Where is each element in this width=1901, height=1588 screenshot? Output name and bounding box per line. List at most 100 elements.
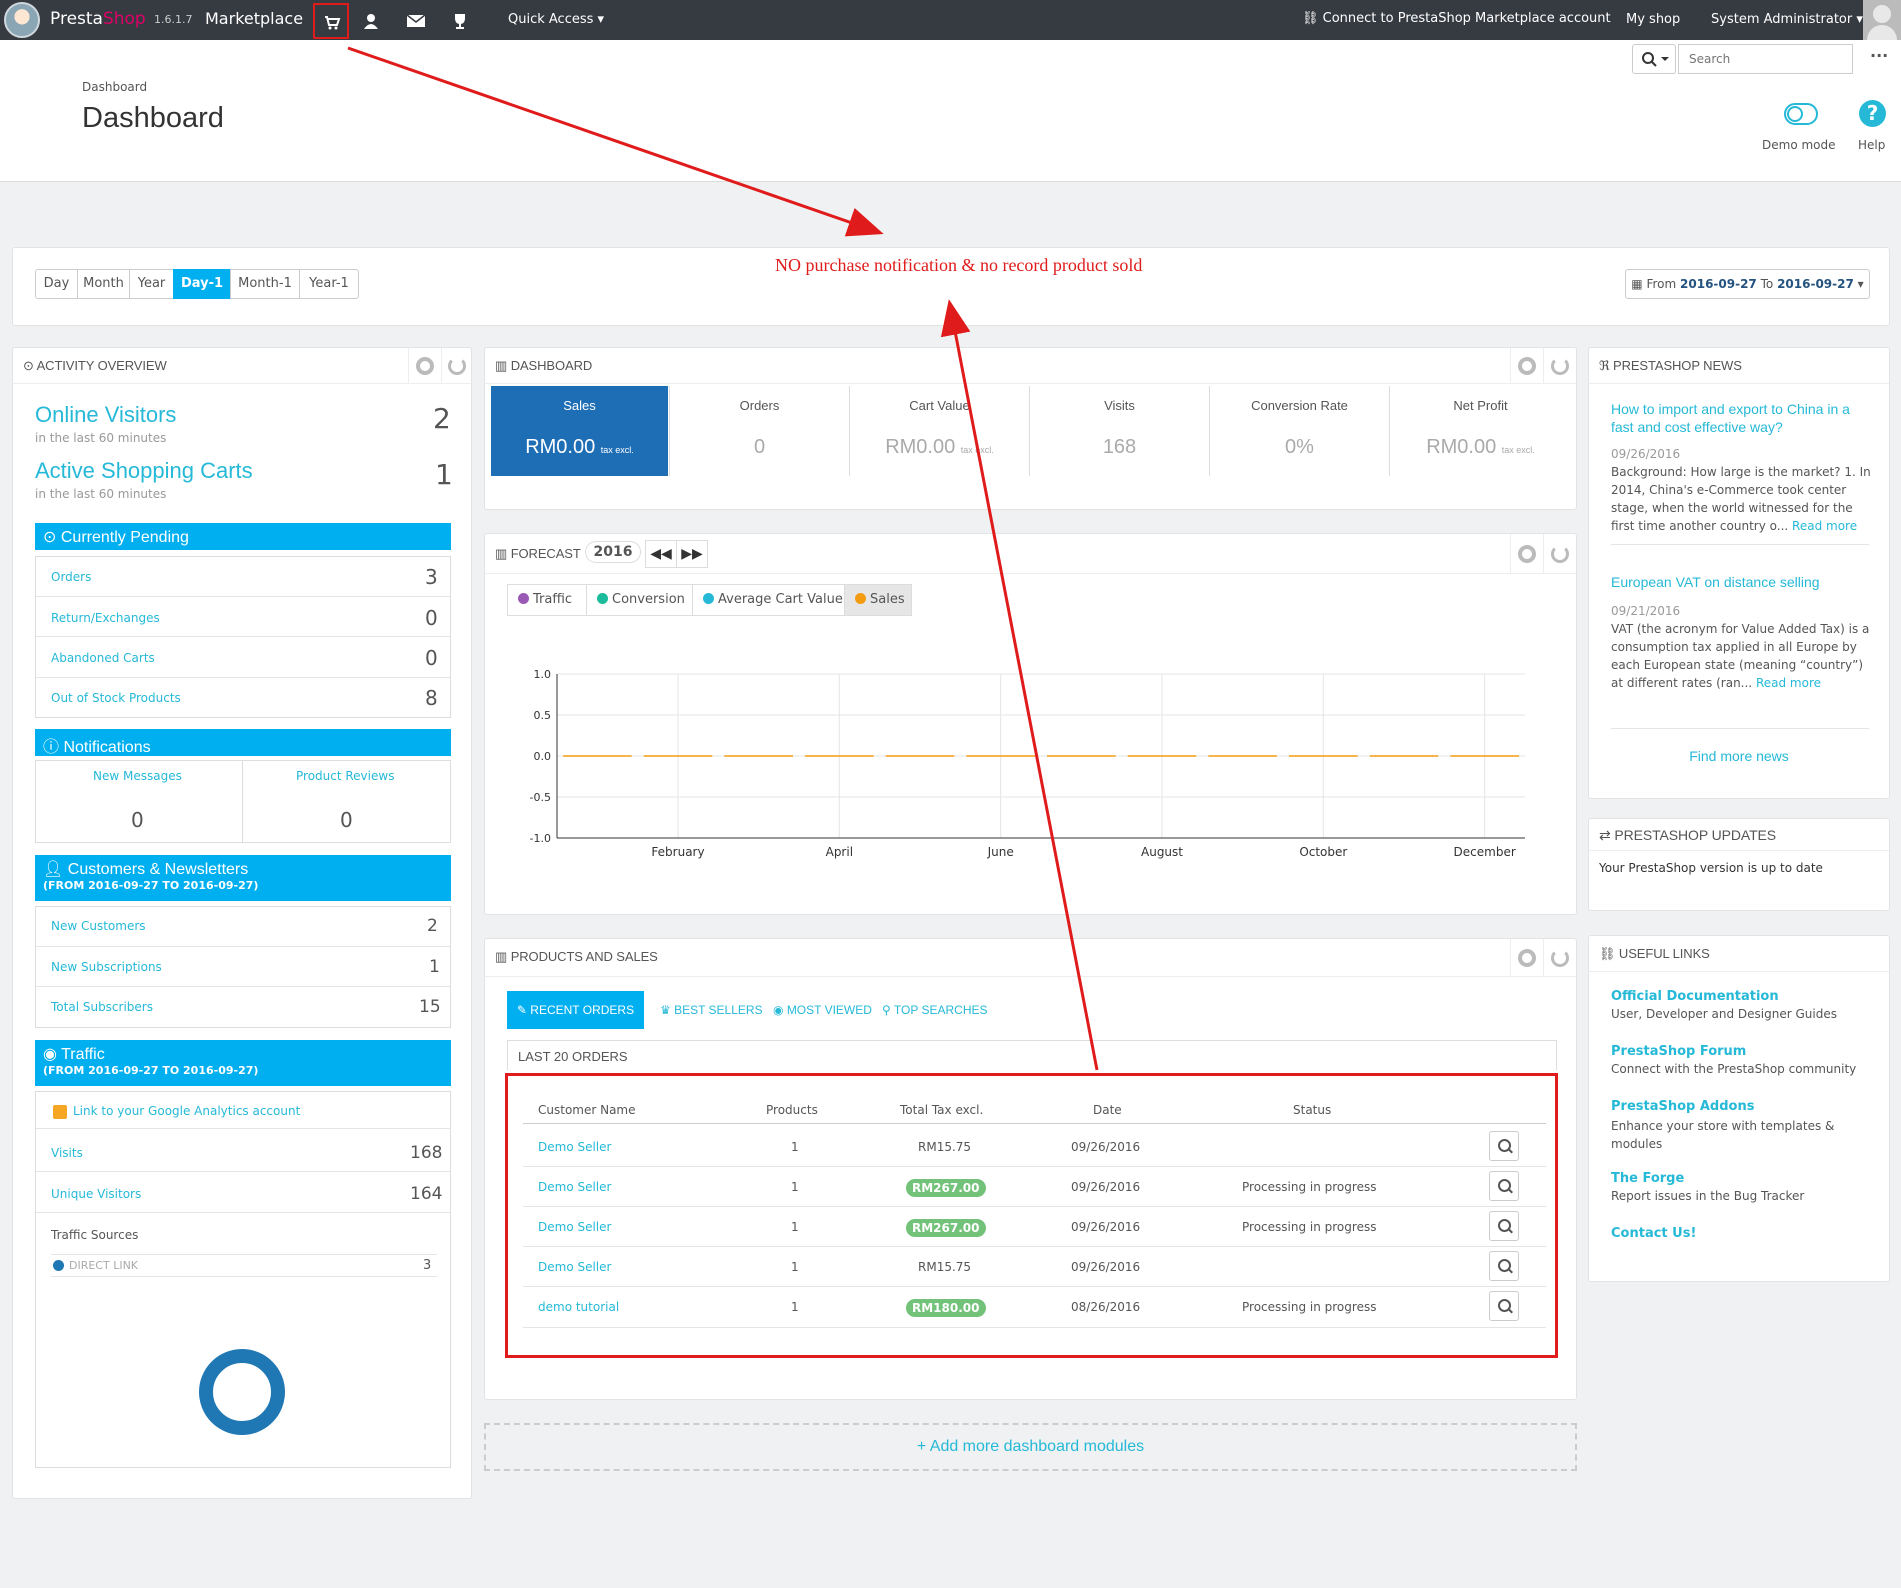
- connect-marketplace-link[interactable]: ⛓ Connect to PrestaShop Marketplace acco…: [1302, 11, 1611, 26]
- tab-most-viewed[interactable]: ◉ MOST VIEWED: [773, 991, 872, 1029]
- legend-conversion[interactable]: Conversion: [586, 584, 692, 616]
- kpi-net-profit[interactable]: Net Profit RM0.00 tax excl.: [1389, 386, 1571, 476]
- link-official-documentation[interactable]: Official Documentation: [1611, 989, 1779, 1004]
- pending-orders-label[interactable]: Orders: [51, 570, 91, 584]
- breadcrumb[interactable]: Dashboard: [82, 80, 147, 94]
- find-more-news-link[interactable]: Find more news: [1589, 748, 1889, 764]
- prestashop-logo-icon[interactable]: [4, 2, 40, 38]
- order-customer[interactable]: demo tutorial: [538, 1300, 619, 1314]
- news-item-body: VAT (the acronym for Value Added Tax) is…: [1611, 622, 1870, 690]
- view-order-search-icon[interactable]: [1489, 1291, 1519, 1321]
- order-products: 1: [791, 1220, 799, 1234]
- col-status: Status: [1293, 1103, 1332, 1117]
- order-customer[interactable]: Demo Seller: [538, 1180, 611, 1194]
- kpi-cart-value[interactable]: Cart Value RM0.00 tax excl.: [849, 386, 1029, 476]
- activity-settings-gear-icon[interactable]: [416, 357, 434, 375]
- y-tick-label: -1.0: [530, 832, 551, 845]
- rewind-icon[interactable]: ◀◀: [645, 540, 677, 568]
- view-order-search-icon[interactable]: [1489, 1171, 1519, 1201]
- view-order-search-icon[interactable]: [1489, 1251, 1519, 1281]
- order-customer[interactable]: Demo Seller: [538, 1260, 611, 1274]
- link-desc: Report issues in the Bug Tracker: [1611, 1189, 1805, 1203]
- search-type-button[interactable]: [1632, 44, 1676, 74]
- period-day-button[interactable]: Day: [35, 269, 78, 299]
- add-dashboard-modules-button[interactable]: + Add more dashboard modules: [484, 1423, 1577, 1471]
- order-total-badge: RM267.00: [906, 1219, 986, 1237]
- date-range-picker[interactable]: ▦ From 2016-09-27 To 2016-09-27 ▾: [1625, 269, 1870, 299]
- legend-average-cart-value[interactable]: Average Cart Value: [692, 584, 844, 616]
- demo-mode-toggle[interactable]: [1784, 103, 1818, 125]
- link-prestashop-forum[interactable]: PrestaShop Forum: [1611, 1044, 1746, 1059]
- tab-top-searches[interactable]: ⚲ TOP SEARCHES: [882, 991, 988, 1029]
- link-prestashop-addons[interactable]: PrestaShop Addons: [1611, 1099, 1754, 1114]
- products-settings-gear-icon[interactable]: [1518, 949, 1536, 967]
- active-carts-label[interactable]: Active Shopping Carts: [35, 458, 253, 484]
- fast-forward-icon[interactable]: ▶▶: [676, 540, 708, 568]
- link-the-forge[interactable]: The Forge: [1611, 1171, 1684, 1186]
- order-customer[interactable]: Demo Seller: [538, 1140, 611, 1154]
- kpi-conversion-rate[interactable]: Conversion Rate 0%: [1209, 386, 1389, 476]
- user-icon: 👤︎: [43, 861, 68, 878]
- online-visitors-label[interactable]: Online Visitors: [35, 402, 176, 428]
- period-year-button[interactable]: Year: [129, 269, 174, 299]
- order-total-badge: RM267.00: [906, 1179, 986, 1197]
- my-shop-link[interactable]: My shop: [1626, 12, 1680, 27]
- new-subscriptions-label[interactable]: New Subscriptions: [51, 960, 162, 974]
- period-day-1-button[interactable]: Day-1: [173, 269, 231, 299]
- envelope-icon[interactable]: [406, 13, 426, 29]
- traffic-range: (FROM 2016-09-27 TO 2016-09-27): [43, 1064, 259, 1077]
- legend-sales[interactable]: Sales: [844, 584, 912, 616]
- customer-icon[interactable]: [362, 12, 380, 30]
- pending-returns-label[interactable]: Return/Exchanges: [51, 611, 160, 625]
- pending-out-of-stock-label[interactable]: Out of Stock Products: [51, 691, 181, 705]
- order-customer[interactable]: Demo Seller: [538, 1220, 611, 1234]
- trophy-icon[interactable]: [451, 12, 469, 30]
- forecast-settings-gear-icon[interactable]: [1518, 545, 1536, 563]
- read-more-link[interactable]: Read more: [1756, 676, 1821, 690]
- analytics-link[interactable]: Link to your Google Analytics account: [73, 1104, 300, 1118]
- kpi-orders[interactable]: Orders 0: [669, 386, 849, 476]
- updates-header: ⇄ PRESTASHOP UPDATES: [1589, 819, 1889, 851]
- pending-orders-value: 3: [425, 565, 438, 589]
- order-date: 09/26/2016: [1071, 1220, 1141, 1234]
- new-messages-label[interactable]: New Messages: [93, 769, 182, 783]
- customers-range: (FROM 2016-09-27 TO 2016-09-27): [43, 879, 259, 892]
- help-label[interactable]: Help: [1858, 138, 1885, 152]
- period-month-1-button[interactable]: Month-1: [230, 269, 300, 299]
- product-reviews-label[interactable]: Product Reviews: [296, 769, 394, 783]
- more-menu-icon[interactable]: ···: [1870, 46, 1888, 65]
- read-more-link[interactable]: Read more: [1792, 519, 1857, 533]
- pending-abandoned-label[interactable]: Abandoned Carts: [51, 651, 155, 665]
- order-date: 09/26/2016: [1071, 1140, 1141, 1154]
- new-customers-label[interactable]: New Customers: [51, 919, 146, 933]
- orders-notification-button[interactable]: [313, 3, 349, 39]
- unique-visitors-label[interactable]: Unique Visitors: [51, 1187, 141, 1201]
- view-order-search-icon[interactable]: [1489, 1211, 1519, 1241]
- brand-name[interactable]: PrestaShop: [50, 9, 146, 29]
- view-order-search-icon[interactable]: [1489, 1131, 1519, 1161]
- period-month-button[interactable]: Month: [77, 269, 130, 299]
- demo-mode-label[interactable]: Demo mode: [1762, 138, 1836, 152]
- tab-recent-orders[interactable]: ✎ RECENT ORDERS: [507, 991, 644, 1029]
- tab-best-sellers[interactable]: ♛ BEST SELLERS: [660, 991, 763, 1029]
- forecast-refresh-icon[interactable]: [1551, 545, 1569, 563]
- admin-menu[interactable]: System Administrator ▾: [1711, 12, 1863, 27]
- search-input[interactable]: [1678, 44, 1853, 74]
- dashboard-settings-gear-icon[interactable]: [1518, 357, 1536, 375]
- period-year-1-button[interactable]: Year-1: [299, 269, 359, 299]
- link-contact-us[interactable]: Contact Us!: [1611, 1226, 1696, 1241]
- marketplace-link[interactable]: Marketplace: [205, 9, 303, 28]
- quick-access-menu[interactable]: Quick Access ▾: [508, 12, 604, 27]
- total-subscribers-label[interactable]: Total Subscribers: [51, 1000, 153, 1014]
- visits-label[interactable]: Visits: [51, 1146, 83, 1160]
- kpi-visits[interactable]: Visits 168: [1029, 386, 1209, 476]
- legend-traffic[interactable]: Traffic: [507, 584, 586, 616]
- activity-refresh-icon[interactable]: [448, 357, 466, 375]
- kpi-sales[interactable]: Sales RM0.00 tax excl.: [491, 386, 668, 476]
- products-refresh-icon[interactable]: [1551, 949, 1569, 967]
- avatar[interactable]: [1863, 0, 1901, 40]
- help-icon[interactable]: ?: [1859, 100, 1886, 127]
- dashboard-refresh-icon[interactable]: [1551, 357, 1569, 375]
- news-item-title[interactable]: How to import and export to China in a f…: [1611, 400, 1871, 436]
- news-item-title[interactable]: European VAT on distance selling: [1611, 573, 1871, 591]
